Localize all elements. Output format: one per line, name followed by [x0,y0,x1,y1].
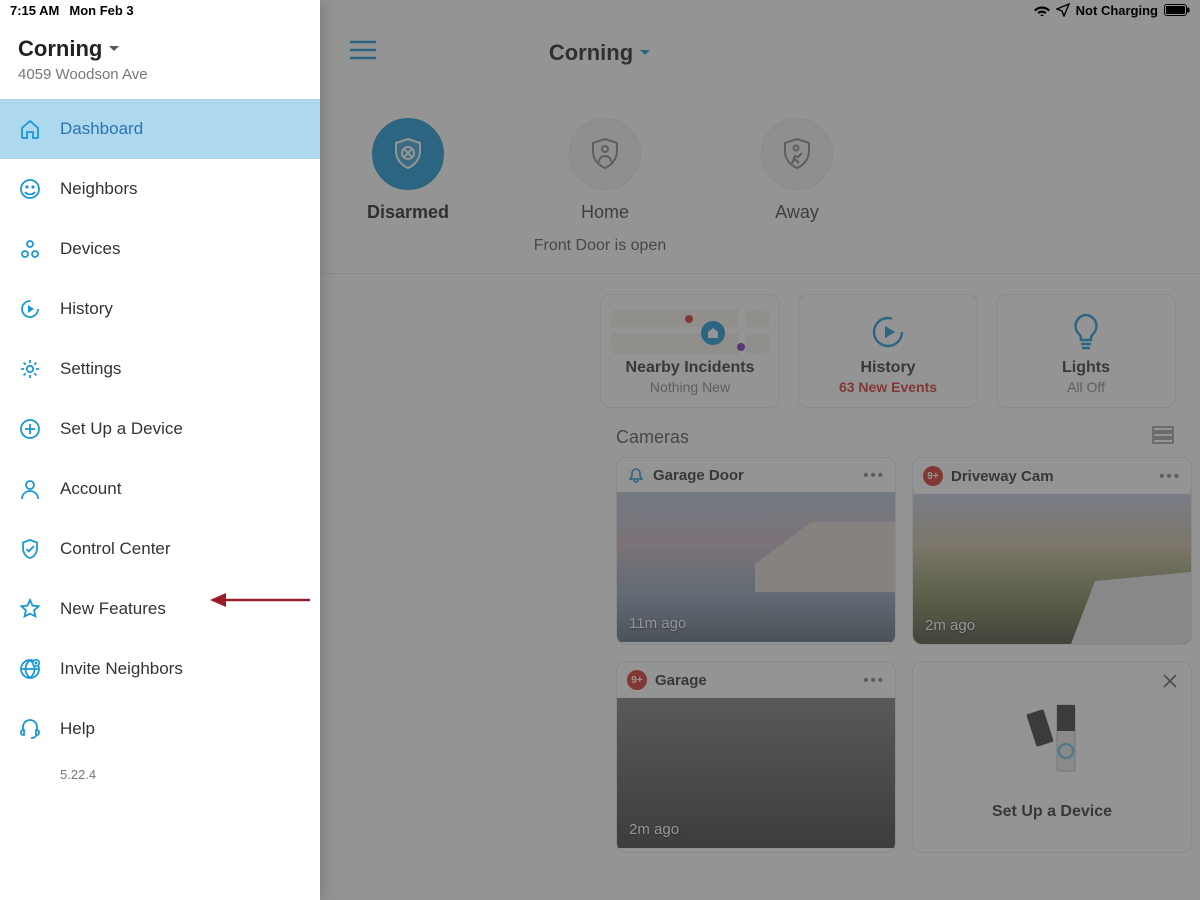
close-icon[interactable] [1161,672,1179,695]
sidebar-item-label: Control Center [60,539,171,559]
location-name: Corning [18,36,102,62]
sidebar-item-label: New Features [60,599,166,619]
star-icon [18,597,42,621]
sidebar-item-label: Invite Neighbors [60,659,183,679]
camera-timestamp: 2m ago [925,617,975,634]
neighbors-icon [18,177,42,201]
status-time: 7:15 AM [10,3,59,18]
camera-timestamp: 2m ago [629,821,679,838]
hamburger-icon[interactable] [350,40,376,65]
cameras-heading: Cameras [616,427,689,448]
wifi-icon [1034,4,1050,16]
sidebar: Corning 4059 Woodson Ave Dashboard Neigh… [0,0,320,900]
annotation-arrow-icon [210,590,310,615]
user-icon [18,477,42,501]
sidebar-item-account[interactable]: Account [0,459,320,519]
doorbell-product-icon [1007,693,1097,783]
sidebar-item-settings[interactable]: Settings [0,339,320,399]
tile-sub: Nothing New [611,379,769,395]
doorbell-icon [627,466,645,484]
tile-sub: All Off [1007,379,1165,395]
tile-title: History [809,359,967,377]
plus-circle-icon [18,417,42,441]
battery-icon [1164,4,1190,16]
status-date: Mon Feb 3 [69,3,133,18]
status-bar: 7:15 AM Mon Feb 3 Not Charging [0,0,1200,20]
sidebar-item-label: Settings [60,359,121,379]
app-version: 5.22.4 [0,759,320,782]
sidebar-item-invite-neighbors[interactable]: Invite Neighbors [0,639,320,699]
lightbulb-icon [1007,309,1165,355]
tile-sub: 63 New Events [809,379,967,395]
sidebar-item-setup-device[interactable]: Set Up a Device [0,399,320,459]
sidebar-item-label: Help [60,719,95,739]
more-icon[interactable]: ••• [863,672,885,689]
tile-nearby-incidents[interactable]: Nearby Incidents Nothing New [600,294,780,408]
history-icon [18,297,42,321]
home-icon [18,117,42,141]
page-title-text: Corning [549,40,633,66]
sidebar-item-label: Account [60,479,121,499]
status-charge: Not Charging [1076,3,1158,18]
camera-name: Garage [655,672,855,689]
camera-name: Garage Door [653,467,855,484]
more-icon[interactable]: ••• [863,467,885,484]
sidebar-item-control-center[interactable]: Control Center [0,519,320,579]
sidebar-item-help[interactable]: Help [0,699,320,759]
map-thumbnail-icon [611,309,769,355]
sidebar-item-history[interactable]: History [0,279,320,339]
setup-device-card[interactable]: Set Up a Device [912,661,1192,853]
camera-thumbnail[interactable]: 11m ago [617,492,895,642]
headset-icon [18,717,42,741]
chevron-down-icon [108,45,120,53]
camera-timestamp: 11m ago [629,615,686,632]
sidebar-item-dashboard[interactable]: Dashboard [0,99,320,159]
mode-home-label: Home [581,202,629,223]
sidebar-item-label: Set Up a Device [60,419,183,439]
event-badge: 9+ [627,670,647,690]
camera-name: Driveway Cam [951,468,1151,485]
location-address: 4059 Woodson Ave [18,66,302,83]
camera-thumbnail[interactable]: 2m ago [617,698,895,848]
tile-lights[interactable]: Lights All Off [996,294,1176,408]
mode-disarmed-label: Disarmed [367,202,449,223]
camera-thumbnail[interactable]: 2m ago [913,494,1191,644]
sidebar-item-label: Dashboard [60,119,143,139]
mode-disarmed[interactable]: Disarmed [367,118,449,223]
sidebar-item-label: Neighbors [60,179,138,199]
shield-check-icon [18,537,42,561]
camera-card[interactable]: 9+ Garage ••• 2m ago [616,661,896,853]
invite-icon [18,657,42,681]
camera-card[interactable]: 9+ Driveway Cam ••• 2m ago [912,457,1192,645]
event-badge: 9+ [923,466,943,486]
sidebar-item-neighbors[interactable]: Neighbors [0,159,320,219]
devices-icon [18,237,42,261]
gear-icon [18,357,42,381]
chevron-down-icon [639,49,651,57]
sidebar-item-label: History [60,299,113,319]
history-icon [809,309,967,355]
sidebar-item-devices[interactable]: Devices [0,219,320,279]
tile-title: Nearby Incidents [611,359,769,377]
mode-away-label: Away [775,202,819,223]
sidebar-item-label: Devices [60,239,120,259]
tile-title: Lights [1007,359,1165,377]
camera-card[interactable]: Garage Door ••• 11m ago [616,457,896,645]
list-view-icon[interactable] [1152,426,1174,449]
setup-device-label: Set Up a Device [992,803,1112,821]
mode-home[interactable]: Home [569,118,641,223]
location-icon [1056,3,1070,17]
mode-away[interactable]: Away [761,118,833,223]
location-selector[interactable]: Corning [18,36,302,62]
more-icon[interactable]: ••• [1159,468,1181,485]
tile-history[interactable]: History 63 New Events [798,294,978,408]
